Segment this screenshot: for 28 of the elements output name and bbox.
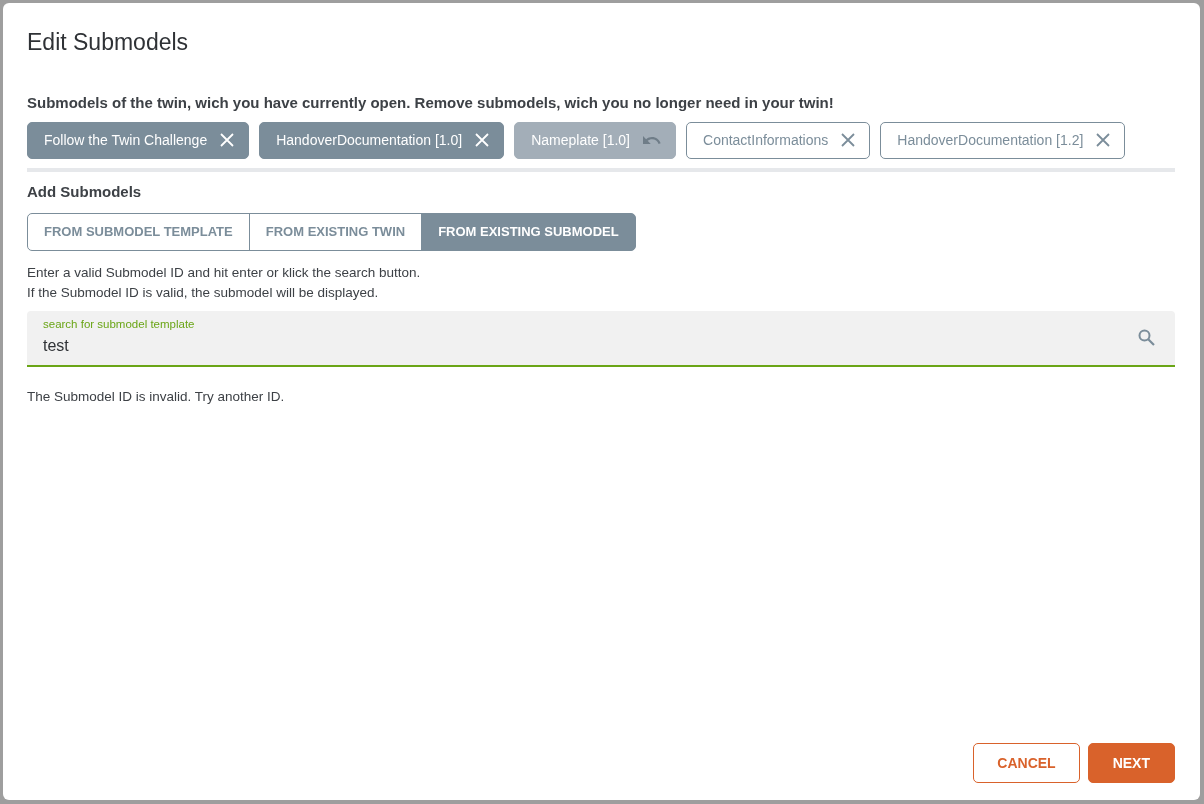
undo-icon[interactable] [643,134,661,147]
chip-label: HandoverDocumentation [1.2] [897,130,1084,150]
close-icon[interactable] [841,133,856,148]
source-tab[interactable]: FROM SUBMODEL TEMPLATE [27,212,250,251]
dialog-title: Edit Submodels [27,29,190,57]
search-input[interactable]: test [43,334,643,359]
section-heading: Add Submodels [27,182,143,201]
submodel-chip[interactable]: ContactInformations [686,121,871,159]
submodel-chip[interactable]: Nameplate [1.0] [514,121,676,159]
close-icon[interactable] [1096,133,1111,148]
submodel-chip[interactable]: HandoverDocumentation [1.0] [259,121,505,159]
search-field[interactable]: search for submodel template test [27,310,1175,367]
help-text: Enter a valid Submodel ID and hit enter or klick the search button. [27,263,422,282]
chip-label: Follow the Twin Challenge [44,130,208,150]
help-text: If the Submodel ID is valid, the submodel will be displayed. [27,283,380,302]
error-message: The Submodel ID is invalid. Try another ID. [27,387,286,406]
field-label: search for submodel template [43,317,195,332]
source-tab[interactable]: FROM EXISTING SUBMODEL [421,212,636,251]
description-text: Submodels of the twin, wich you have currently open. Remove submodels, wich you no longer need in your twin! [27,93,835,112]
submodel-chip[interactable]: HandoverDocumentation [1.2] [880,121,1126,159]
next-button[interactable]: NEXT [1087,743,1175,783]
chip-label: Nameplate [1.0] [531,130,630,150]
cancel-button[interactable]: CANCEL [973,743,1080,783]
source-tab[interactable]: FROM EXISTING TWIN [248,212,423,251]
submodel-chip[interactable]: Follow the Twin Challenge [27,121,250,159]
search-icon[interactable] [1138,329,1155,347]
chip-label: HandoverDocumentation [1.0] [276,130,463,150]
chip-label: ContactInformations [703,130,829,150]
